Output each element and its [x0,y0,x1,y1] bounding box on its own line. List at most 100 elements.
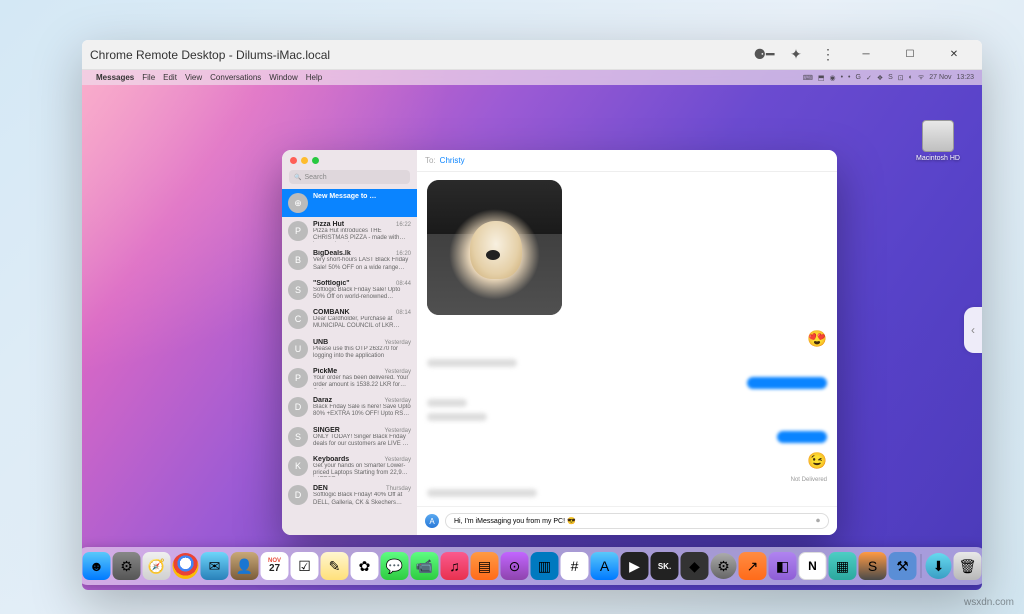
key-icon[interactable]: ⚈━ [750,43,778,67]
dock-icon-tool[interactable]: ⚒ [889,552,917,580]
menu-edit[interactable]: Edit [163,73,177,82]
dock-icon-safari[interactable]: 🧭 [143,552,171,580]
app-menu[interactable]: Messages [96,73,134,82]
dock-icon-photos[interactable]: ✿ [351,552,379,580]
maximize-button[interactable]: ☐ [890,40,930,70]
menu-help[interactable]: Help [306,73,322,82]
dock-icon-launchpad[interactable]: ⚙ [113,552,141,580]
dock-icon-reminders[interactable]: ☑ [291,552,319,580]
conversation-item[interactable]: ⊕ New Message to … [282,189,417,217]
desktop-icon-macintosh-hd[interactable]: Macintosh HD [914,120,962,162]
status-icon[interactable]: ⬒ [818,74,825,82]
status-icon[interactable]: ⊡ [898,74,904,82]
menu-window[interactable]: Window [269,73,297,82]
sent-bubble[interactable] [777,431,827,443]
traffic-close-button[interactable] [290,157,297,164]
dock-icon-dark1[interactable]: ◆ [681,552,709,580]
dock-icon-orange[interactable]: ▤ [471,552,499,580]
conversation-time: Yesterday [385,340,411,346]
message-thread[interactable]: 😍 😉 Not Delivered [417,172,837,506]
chrome-menu-icon[interactable]: ⋮ [814,43,842,67]
conversation-item[interactable]: S "Softlogic" 08:44 Softlogic Black Frid… [282,276,417,305]
conversation-time: Yesterday [385,369,411,375]
dictation-icon[interactable]: ⏺ [816,516,820,526]
traffic-minimize-button[interactable] [301,157,308,164]
dock-icon-play[interactable]: ▶ [621,552,649,580]
dock-icon-sk[interactable]: SK. [651,552,679,580]
conversation-item[interactable]: C COMBANK 08:14 Dear Cardholder, Purchas… [282,305,417,334]
conversation-time: 08:14 [396,310,411,316]
dock-icon-sublime[interactable]: S [859,552,887,580]
conversation-item[interactable]: S SINGER Yesterday ONLY TODAY! Singer Bl… [282,423,417,452]
wifi-icon[interactable]: ᯤ [918,73,924,82]
message-text-input[interactable]: Hi, I'm iMessaging you from my PC! 😎 ⏺ [445,513,829,529]
dock-icon-mail[interactable]: ✉ [201,552,229,580]
traffic-maximize-button[interactable] [312,157,319,164]
sent-bubble[interactable] [747,377,827,389]
dock-icon-calendar[interactable]: NOV27 [261,552,289,580]
dock-icon-teal[interactable]: ▦ [829,552,857,580]
window-titlebar[interactable]: Chrome Remote Desktop - Dilums-iMac.loca… [82,40,982,70]
dock-icon-trello[interactable]: ▥ [531,552,559,580]
dock-icon-contacts[interactable]: 👤 [231,552,259,580]
menu-conversations[interactable]: Conversations [210,73,261,82]
conversation-item[interactable]: P Pizza Hut 16:22 Pizza Hut introduces T… [282,217,417,246]
conversation-item[interactable]: K Keyboards Yesterday Get your hands on … [282,452,417,481]
conversation-item[interactable]: D Daraz Yesterday Black Friday Sale is h… [282,393,417,422]
messages-search-input[interactable]: Search [289,170,410,184]
dock-icon-trash[interactable]: 🗑 [954,552,982,580]
status-icon[interactable]: ⌨ [803,74,813,82]
menu-view[interactable]: View [185,73,202,82]
menu-file[interactable]: File [142,73,155,82]
dock-icon-appstore[interactable]: A [591,552,619,580]
dock-icon-dl[interactable]: ⬇ [926,553,952,579]
close-button[interactable]: ✕ [934,40,974,70]
conversation-time: 08:44 [396,281,411,287]
dock-icon-slack[interactable]: # [561,552,589,580]
dock-icon-facetime[interactable]: 📹 [411,552,439,580]
dock-icon-settings[interactable]: ⚙ [711,553,737,579]
dock-icon-swift[interactable]: ↗ [739,552,767,580]
conversation-preview: Dear Cardholder, Purchase at MUNICIPAL C… [313,316,411,330]
dock-icon-messages[interactable]: 💬 [381,552,409,580]
sent-emoji[interactable]: 😍 [807,329,827,349]
macos-dock[interactable]: ☻⚙🧭✉👤NOV27☑✎✿💬📹♫▤⊙▥#A▶SK.◆⚙↗◧N▦S⚒⬇🗑 [82,547,982,585]
status-icon[interactable]: S [888,74,893,81]
dock-icon-notes[interactable]: ✎ [321,552,349,580]
dock-icon-chrome[interactable] [173,553,199,579]
conversation-name: Daraz [313,397,332,404]
to-label: To: [425,156,436,165]
sent-emoji[interactable]: 😉 [807,451,827,471]
remote-desktop-viewport[interactable]: Messages File Edit View Conversations Wi… [82,70,982,590]
dock-icon-notion[interactable]: N [799,552,827,580]
status-icon[interactable]: ◐ [909,74,913,81]
messages-app-window: Search ⊕ New Message to … P Pizza Hut 16… [282,150,837,535]
conversation-item[interactable]: P PickMe Yesterday Your order has been d… [282,364,417,393]
conversation-preview: Get your hands on Smarter Lower-priced L… [313,463,411,477]
status-icon[interactable]: ❖ [877,74,883,82]
menubar-status-area[interactable]: ⌨ ⬒ ◉ • • G ✓ ❖ S ⊡ ◐ ᯤ 27 Nov 13:23 [803,73,974,82]
imessage-apps-button[interactable]: A [425,514,439,528]
menubar-date[interactable]: 27 Nov [929,74,951,81]
status-icon[interactable]: • [848,74,850,81]
conversation-name: UNB [313,339,328,346]
macos-menubar[interactable]: Messages File Edit View Conversations Wi… [82,70,982,85]
conversation-item[interactable]: B BigDeals.lk 16:20 Very short-hours LAS… [282,246,417,275]
remote-desktop-side-tab[interactable]: ‹ [964,307,982,353]
dock-icon-music[interactable]: ♫ [441,552,469,580]
dock-icon-podcasts[interactable]: ⊙ [501,552,529,580]
dock-icon-finder[interactable]: ☻ [83,552,111,580]
conversation-item[interactable]: U UNB Yesterday Please use this OTP 2632… [282,335,417,364]
status-icon[interactable]: G [855,74,860,81]
conversation-item[interactable]: D DEN Thursday Softlogic Black Friday! 4… [282,481,417,510]
menubar-time[interactable]: 13:23 [956,74,974,81]
conversation-preview: Pizza Hut introduces THE CHRISTMAS PIZZA… [313,228,411,242]
status-icon[interactable]: • [841,74,843,81]
extensions-icon[interactable]: ✦ [782,43,810,67]
minimize-button[interactable]: ─ [846,40,886,70]
status-icon[interactable]: ◉ [829,74,835,82]
contact-name-field[interactable]: Christy [440,156,465,165]
dock-icon-grape[interactable]: ◧ [769,552,797,580]
status-icon[interactable]: ✓ [866,74,872,82]
received-photo-message[interactable] [427,180,562,315]
